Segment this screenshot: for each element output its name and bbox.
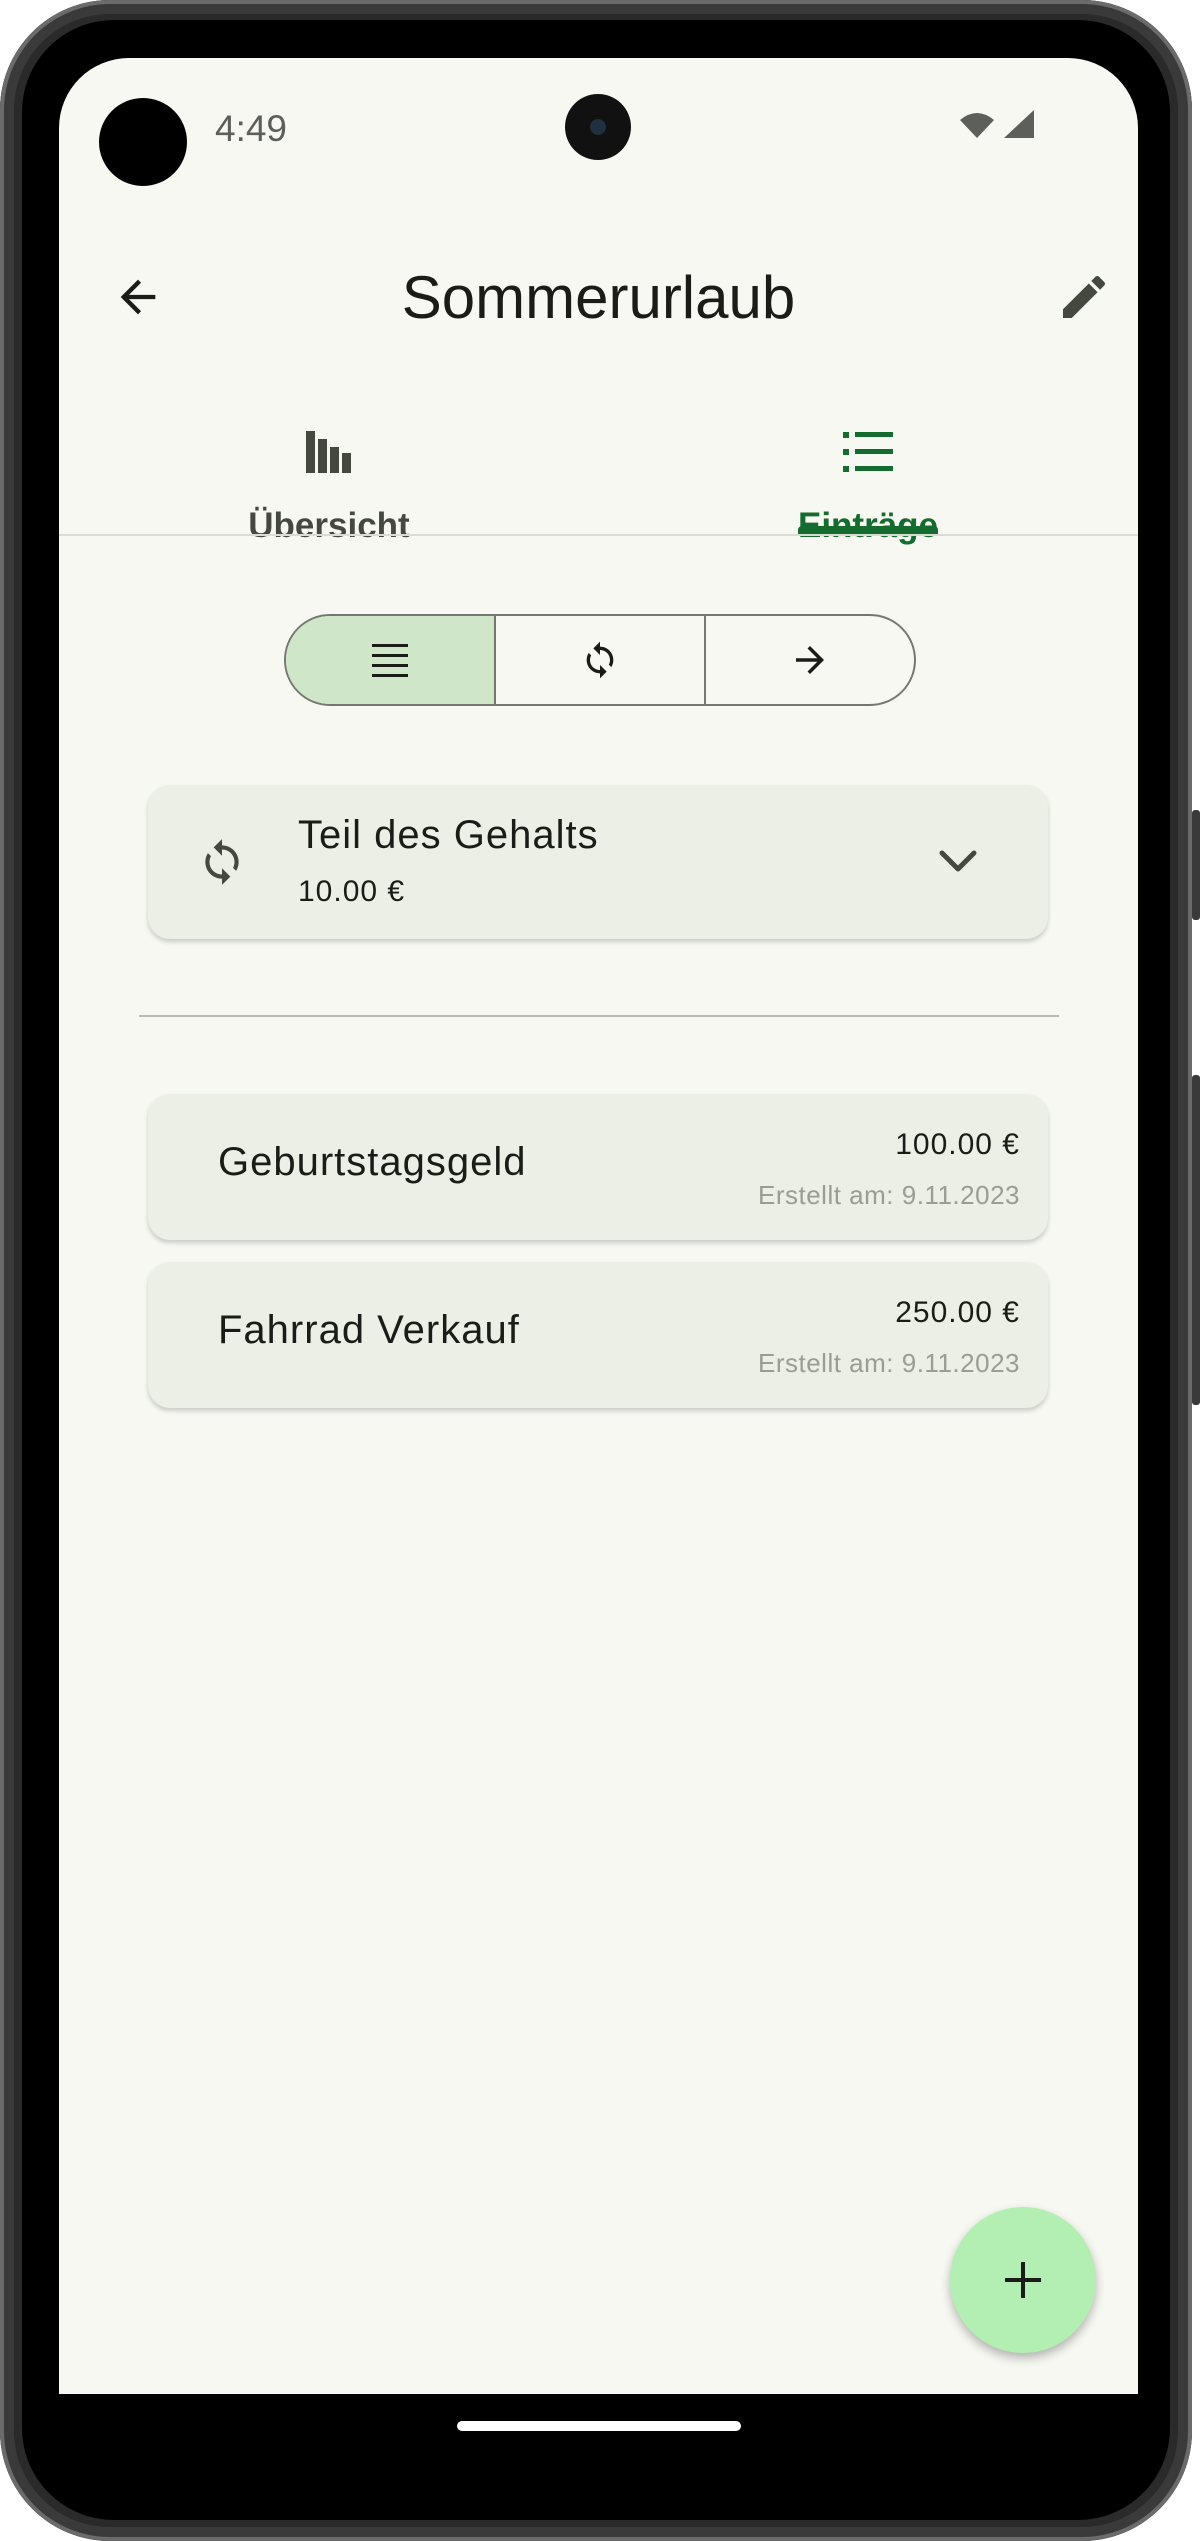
list-item[interactable]: Fahrrad Verkauf 250.00 € Erstellt am: 9.… xyxy=(148,1262,1048,1408)
plus-icon xyxy=(1005,2262,1041,2298)
tab-entries[interactable]: Einträge xyxy=(598,368,1138,593)
filter-recurring-button[interactable] xyxy=(496,616,706,704)
status-icons xyxy=(958,108,1038,152)
volume-button xyxy=(1192,1075,1200,1405)
bar-chart-icon xyxy=(306,426,352,478)
filter-all-button[interactable] xyxy=(286,616,496,704)
add-entry-button[interactable] xyxy=(950,2207,1096,2353)
status-time: 4:49 xyxy=(215,108,288,149)
section-divider xyxy=(139,1015,1059,1017)
tab-indicator xyxy=(798,526,938,534)
entry-name: Geburtstagsgeld xyxy=(218,1140,527,1184)
entry-created-date: Erstellt am: 9.11.2023 xyxy=(758,1180,1020,1210)
list-icon xyxy=(843,426,893,478)
screen: 4:49 Sommerurlaub Übersicht Teil des Geh… xyxy=(59,58,1138,2394)
signal-icon xyxy=(1004,110,1034,138)
pencil-icon xyxy=(1063,275,1106,318)
entry-name: Fahrrad Verkauf xyxy=(218,1308,520,1352)
notification-dot xyxy=(99,98,187,186)
entry-amount: 100.00 € xyxy=(895,1128,1020,1161)
sync-icon xyxy=(205,839,239,885)
wifi-icon xyxy=(960,113,994,138)
chevron-down-icon[interactable] xyxy=(938,847,978,877)
entry-amount: 250.00 € xyxy=(895,1296,1020,1329)
list-item[interactable]: Geburtstagsgeld 100.00 € Erstellt am: 9.… xyxy=(148,1094,1048,1240)
filter-transfer-button[interactable] xyxy=(706,616,914,704)
arrow-right-icon xyxy=(796,646,824,674)
page-title: Sommerurlaub xyxy=(401,264,796,331)
tab-overview[interactable]: Übersicht xyxy=(59,368,599,593)
recurring-title: Teil des Gehalts xyxy=(298,813,599,857)
tab-divider xyxy=(59,534,1138,536)
power-button xyxy=(1192,810,1200,920)
recurring-amount: 10.00 € xyxy=(298,875,406,908)
list-lines-icon xyxy=(372,644,408,677)
filter-segmented-control xyxy=(284,614,916,706)
edit-button[interactable] xyxy=(1045,258,1123,336)
sync-icon xyxy=(586,641,614,679)
tab-overview-label: Übersicht xyxy=(248,506,410,545)
recurring-entry-card[interactable]: Teil des Gehalts 10.00 € xyxy=(148,785,1048,939)
home-gesture-handle[interactable] xyxy=(457,2421,741,2431)
entry-created-date: Erstellt am: 9.11.2023 xyxy=(758,1348,1020,1378)
front-camera xyxy=(565,94,631,160)
